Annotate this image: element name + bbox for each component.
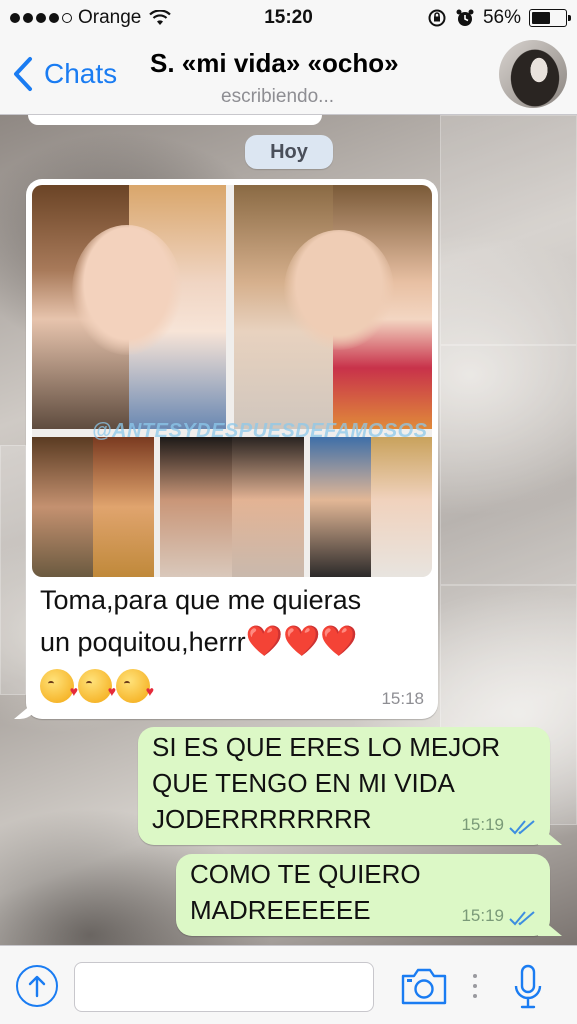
photo-watermark: @ANTESYDESPUESDEFAMOSOS — [92, 420, 428, 442]
camera-icon[interactable] — [400, 966, 448, 1006]
incoming-image-message[interactable]: @ANTESYDESPUESDEFAMOSOS Toma,para que me… — [14, 179, 438, 719]
carrier-label: Orange — [78, 7, 142, 28]
outgoing-message[interactable]: COMO TE QUIERO MADREEEEEE 15:19 — [176, 854, 562, 936]
collage-photo-5 — [310, 437, 432, 577]
outgoing-message[interactable]: SI ES QUE ERES LO MEJOR QUE TENGO EN MI … — [138, 727, 562, 845]
bubble-tail — [14, 699, 38, 719]
message-time: 15:19 — [461, 906, 504, 925]
wifi-icon — [149, 10, 172, 25]
double-check-icon — [509, 911, 535, 926]
message-time: 15:18 — [381, 689, 424, 708]
collage-photo-1 — [32, 185, 226, 429]
share-arrow-icon — [28, 975, 46, 998]
message-text-line: Toma,para que me quieras — [40, 585, 362, 615]
microphone-icon[interactable] — [512, 964, 544, 1010]
battery-percent: 56% — [482, 7, 521, 28]
contact-name[interactable]: S. «mi vida» «ocho» — [150, 48, 399, 79]
bubble-tail — [538, 916, 562, 936]
kiss-emoji-icon — [40, 669, 78, 703]
status-bar: Orange 15:20 56% — [0, 0, 577, 36]
message-text: Toma,para que me quieras un poquitou,her… — [40, 579, 430, 663]
message-input[interactable] — [74, 962, 374, 1012]
battery-icon — [529, 9, 571, 27]
divider-dots — [473, 974, 477, 998]
collage-photo-2 — [234, 185, 432, 429]
kiss-emoji-icon — [116, 669, 154, 703]
contact-avatar[interactable] — [499, 40, 567, 108]
share-button[interactable] — [16, 965, 58, 1007]
message-time: 15:19 — [461, 815, 504, 834]
kiss-emoji-row — [40, 669, 154, 703]
signal-dots-icon — [10, 13, 72, 23]
chevron-left-icon — [14, 57, 32, 91]
previous-message-bubble — [28, 115, 322, 125]
message-list[interactable]: Hoy @ANTESYDESPUESDEFAMOSOS Toma,para qu… — [0, 115, 577, 945]
collage-photo-3 — [32, 437, 154, 577]
heart-emoji-icon: ❤️❤️❤️ — [245, 625, 358, 658]
message-photo[interactable]: @ANTESYDESPUESDEFAMOSOS — [32, 185, 432, 577]
rotation-lock-icon — [428, 9, 446, 27]
double-check-icon — [509, 820, 535, 835]
back-button[interactable]: Chats — [12, 56, 117, 92]
collage-photo-4 — [160, 437, 304, 577]
contact-status: escribiendo... — [221, 86, 335, 107]
conversation-header: Chats S. «mi vida» «ocho» escribiendo... — [0, 36, 577, 115]
message-input-bar — [0, 945, 577, 1024]
message-text-line: un poquitou,herrr❤️❤️❤️ — [40, 625, 358, 658]
alarm-icon — [456, 9, 474, 26]
kiss-emoji-icon — [78, 669, 116, 703]
back-label: Chats — [44, 58, 118, 89]
date-separator: Hoy — [245, 135, 333, 169]
